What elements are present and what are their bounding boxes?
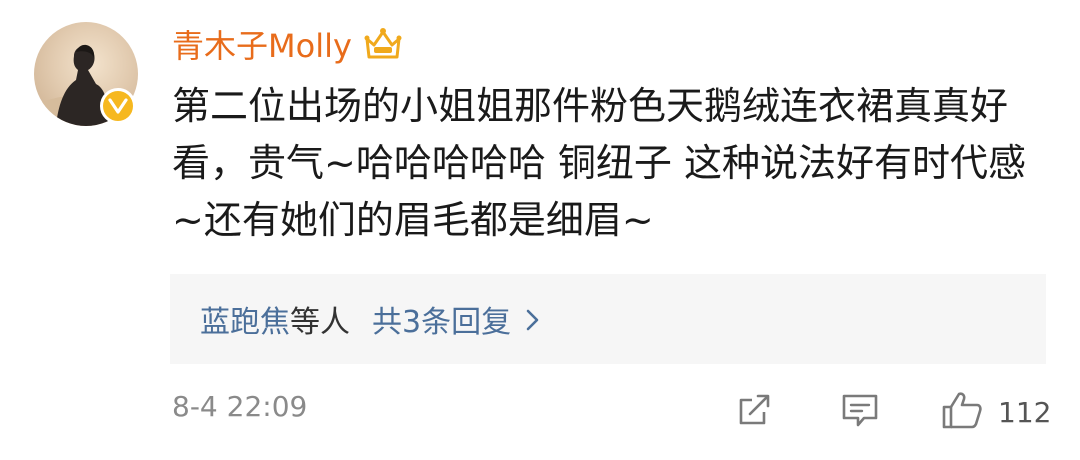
like-count: 112 xyxy=(998,395,1052,429)
share-icon xyxy=(734,390,774,434)
username-text[interactable]: 青木子Molly xyxy=(172,21,352,67)
share-button[interactable] xyxy=(734,392,774,432)
username[interactable]: 青木子Molly xyxy=(172,22,402,66)
crown-icon xyxy=(364,27,402,61)
reply-others-label: 等人 xyxy=(290,305,350,340)
reply-count-link[interactable]: 共3条回复 xyxy=(372,297,511,341)
comment-item: 青木子Molly 第二位出场的小姐姐那件粉色天鹅绒连衣裙真真好看，贵气~哈哈哈哈… xyxy=(0,0,1080,460)
comment-text: 第二位出场的小姐姐那件粉色天鹅绒连衣裙真真好看，贵气~哈哈哈哈哈 铜纽子 这种说… xyxy=(172,84,1027,242)
reply-user-link[interactable]: 蓝跑焦 xyxy=(200,297,290,341)
reply-preview[interactable]: 蓝跑焦 等人 共3条回复 xyxy=(170,274,1046,364)
thumbs-up-icon xyxy=(940,390,984,434)
chevron-right-icon xyxy=(525,306,541,332)
comment-icon xyxy=(840,390,880,434)
verified-badge-icon xyxy=(100,88,136,124)
comment-button[interactable] xyxy=(840,392,880,432)
like-button[interactable]: 112 xyxy=(940,392,1051,432)
timestamp: 8-4 22:09 xyxy=(172,390,308,423)
